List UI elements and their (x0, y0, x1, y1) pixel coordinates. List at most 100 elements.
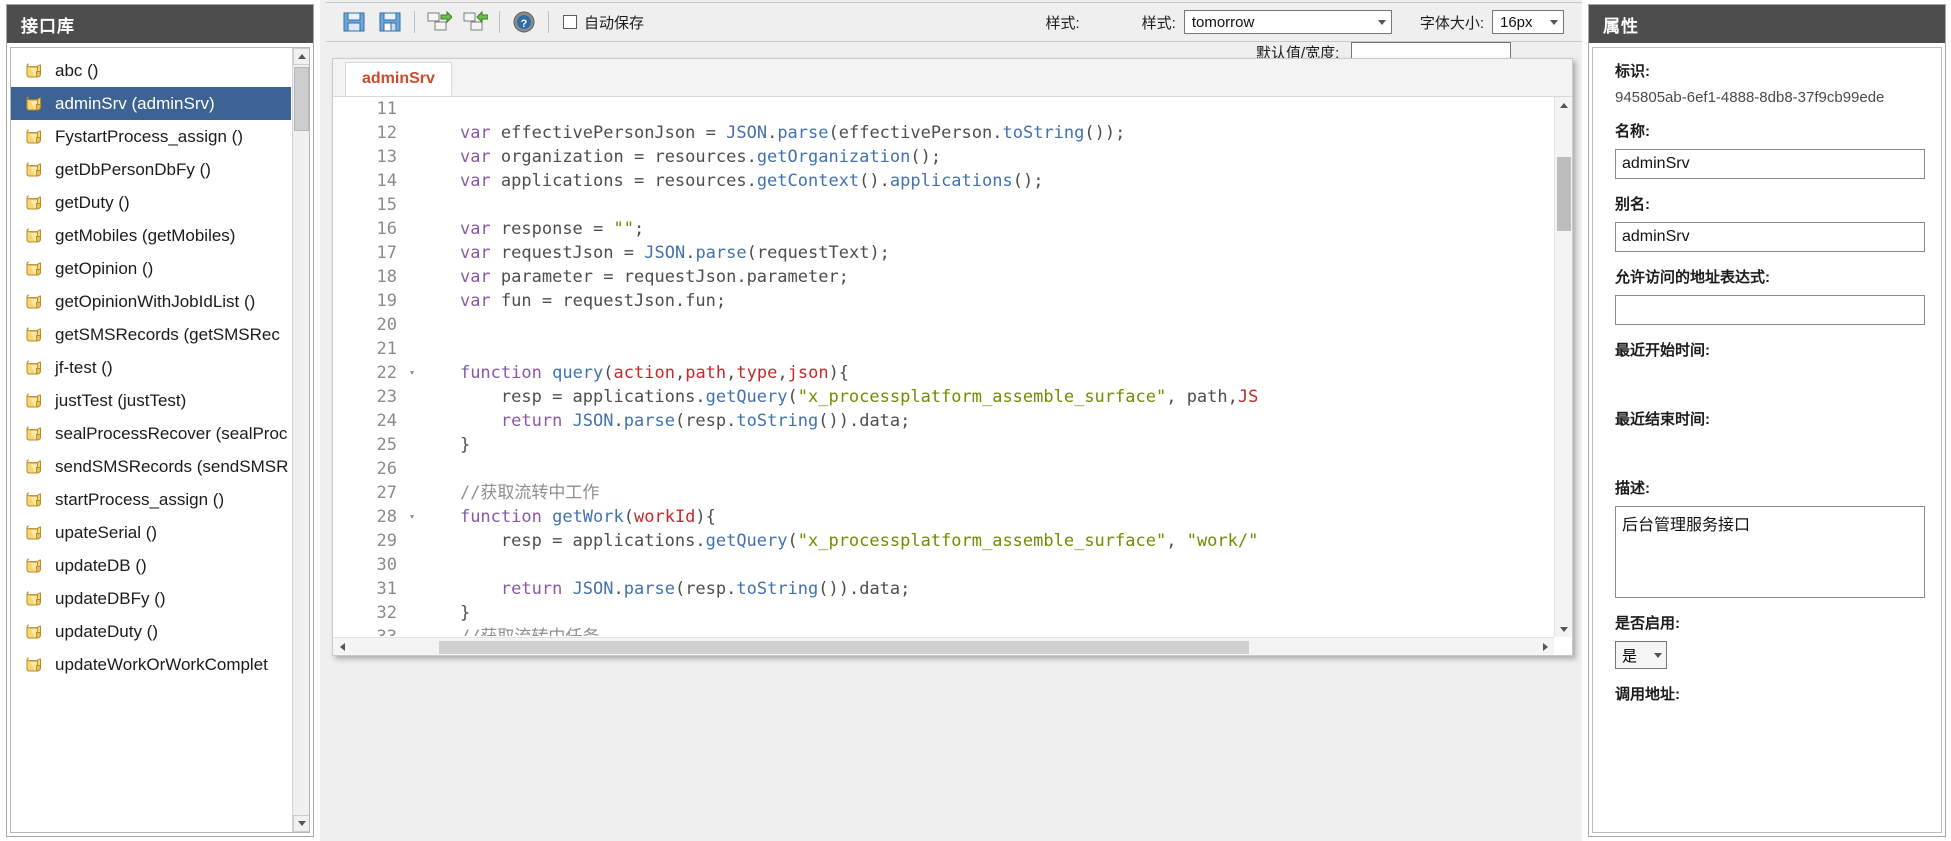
chevron-down-icon (1654, 653, 1662, 658)
code-line: 29 resp = applications.getQuery("x_proce… (333, 529, 1553, 553)
script-icon (25, 127, 44, 146)
code-line: 30 (333, 553, 1553, 577)
property-field-input[interactable] (1615, 295, 1925, 325)
code-line-text: } (419, 601, 1553, 625)
interface-list-item[interactable]: getDuty () (11, 186, 291, 219)
save-icon[interactable] (341, 9, 367, 35)
code-scroll-up-button[interactable] (1555, 97, 1572, 113)
style-select[interactable]: tomorrow (1184, 10, 1392, 34)
interface-list-item[interactable]: getOpinion () (11, 252, 291, 285)
code-fold-toggle (405, 457, 419, 481)
property-field-label: 描述: (1615, 477, 1941, 498)
fontsize-select[interactable]: 16px (1492, 10, 1564, 34)
code-line-text (419, 553, 1553, 577)
style-label-2: 样式: (1142, 12, 1176, 33)
interface-list-scrollbar[interactable] (292, 48, 309, 832)
code-fold-toggle[interactable]: ▾ (405, 505, 419, 529)
scroll-down-button[interactable] (293, 815, 310, 832)
code-fold-toggle (405, 313, 419, 337)
scroll-up-button[interactable] (293, 48, 310, 65)
interface-list-item-label: abc () (55, 61, 98, 81)
autosave-checkbox[interactable]: 自动保存 (563, 12, 644, 33)
interface-list-item[interactable]: justTest (justTest) (11, 384, 291, 417)
property-field-label: 别名: (1615, 193, 1941, 214)
code-editor[interactable]: 1112 var effectivePersonJson = JSON.pars… (333, 97, 1553, 636)
code-line: 13 var organization = resources.getOrgan… (333, 145, 1553, 169)
interface-list-item[interactable]: sealProcessRecover (sealProc (11, 417, 291, 450)
interface-list-item[interactable]: upateSerial () (11, 516, 291, 549)
code-line: 28▾ function getWork(workId){ (333, 505, 1553, 529)
code-scroll-left-button[interactable] (333, 638, 351, 655)
property-field-input[interactable]: adminSrv (1615, 149, 1925, 179)
code-fold-toggle (405, 553, 419, 577)
interface-list[interactable]: abc () adminSrv (adminSrv)FystartProcess_… (11, 48, 291, 832)
interface-list-item[interactable]: sendSMSRecords (sendSMSR (11, 450, 291, 483)
property-field-value (1615, 368, 1941, 394)
code-vertical-scrollbar[interactable] (1554, 97, 1572, 637)
property-field-select[interactable]: 是 (1615, 641, 1667, 669)
code-fold-toggle (405, 577, 419, 601)
code-fold-toggle (405, 121, 419, 145)
code-scroll-down-button[interactable] (1555, 621, 1572, 637)
code-scroll-thumb[interactable] (1557, 157, 1571, 231)
interface-list-item-label: upateSerial () (55, 523, 157, 543)
property-field-label: 标识: (1615, 60, 1941, 81)
properties-body: 标识:945805ab-6ef1-4888-8db8-37f9cb99ede名称… (1592, 47, 1942, 833)
property-field: 是否启用:是 (1615, 612, 1941, 669)
editor-toolbar: ? 自动保存 样式: 样式: tomorrow 字体大小: 16px (326, 2, 1582, 42)
tab-label: adminSrv (362, 70, 435, 88)
code-fold-toggle (405, 481, 419, 505)
interface-list-item[interactable]: jf-test () (11, 351, 291, 384)
interface-list-item[interactable]: getDbPersonDbFy () (11, 153, 291, 186)
script-icon (25, 193, 44, 212)
code-hscroll-thumb[interactable] (439, 641, 1249, 654)
code-line-text: //获取流转中任务 (419, 625, 1553, 636)
code-fold-toggle[interactable]: ▾ (405, 361, 419, 385)
interface-list-item-label: updateWorkOrWorkComplet (55, 655, 268, 675)
interface-list-item-label: getMobiles (getMobiles) (55, 226, 235, 246)
interface-list-item[interactable]: adminSrv (adminSrv) (11, 87, 291, 120)
code-line-text: var effectivePersonJson = JSON.parse(eff… (419, 121, 1553, 145)
scroll-thumb[interactable] (294, 67, 309, 131)
code-line: 11 (333, 97, 1553, 121)
code-fold-toggle (405, 337, 419, 361)
row2-input[interactable] (1351, 42, 1511, 58)
interface-list-item[interactable]: abc () (11, 54, 291, 87)
interface-list-item[interactable]: startProcess_assign () (11, 483, 291, 516)
property-field-input[interactable]: adminSrv (1615, 222, 1925, 252)
code-line-number: 16 (333, 217, 405, 241)
script-icon (25, 292, 44, 311)
interface-list-item[interactable]: getSMSRecords (getSMSRec (11, 318, 291, 351)
tab-adminSrv[interactable]: adminSrv (345, 62, 452, 96)
interface-list-item[interactable]: updateDB () (11, 549, 291, 582)
properties-title: 属性 (1589, 5, 1945, 43)
interface-list-item[interactable]: updateDBFy () (11, 582, 291, 615)
property-field-select-value: 是 (1622, 645, 1637, 666)
code-line: 12 var effectivePersonJson = JSON.parse(… (333, 121, 1553, 145)
code-horizontal-scrollbar[interactable] (333, 637, 1554, 655)
interface-list-item[interactable]: getOpinionWithJobIdList () (11, 285, 291, 318)
interface-list-item-label: updateDB () (55, 556, 147, 576)
autosave-checkbox-box[interactable] (563, 15, 577, 29)
code-scroll-right-button[interactable] (1536, 638, 1554, 655)
interface-list-item[interactable]: updateWorkOrWorkComplet (11, 648, 291, 681)
editor-region: ? 自动保存 样式: 样式: tomorrow 字体大小: 16px 默认值/宽 (320, 0, 1582, 841)
export-icon[interactable] (426, 9, 452, 35)
import-icon[interactable] (462, 9, 488, 35)
interface-list-item-label: getDuty () (55, 193, 130, 213)
code-line-text: function query(action,path,type,json){ (419, 361, 1553, 385)
editor-tabstrip: adminSrv (333, 59, 1572, 97)
interface-list-item[interactable]: getMobiles (getMobiles) (11, 219, 291, 252)
help-icon[interactable]: ? (511, 9, 537, 35)
style-select-value: tomorrow (1192, 14, 1255, 31)
interface-list-item-label: updateDBFy () (55, 589, 166, 609)
chevron-down-icon (1550, 20, 1558, 25)
code-fold-toggle (405, 241, 419, 265)
interface-list-item[interactable]: updateDuty () (11, 615, 291, 648)
save-as-icon[interactable] (377, 9, 403, 35)
toolbar-separator (548, 11, 549, 33)
interface-list-item-label: startProcess_assign () (55, 490, 224, 510)
code-line: 33 //获取流转中任务 (333, 625, 1553, 636)
property-field-textarea[interactable]: 后台管理服务接口 (1615, 506, 1925, 598)
interface-list-item[interactable]: FystartProcess_assign () (11, 120, 291, 153)
